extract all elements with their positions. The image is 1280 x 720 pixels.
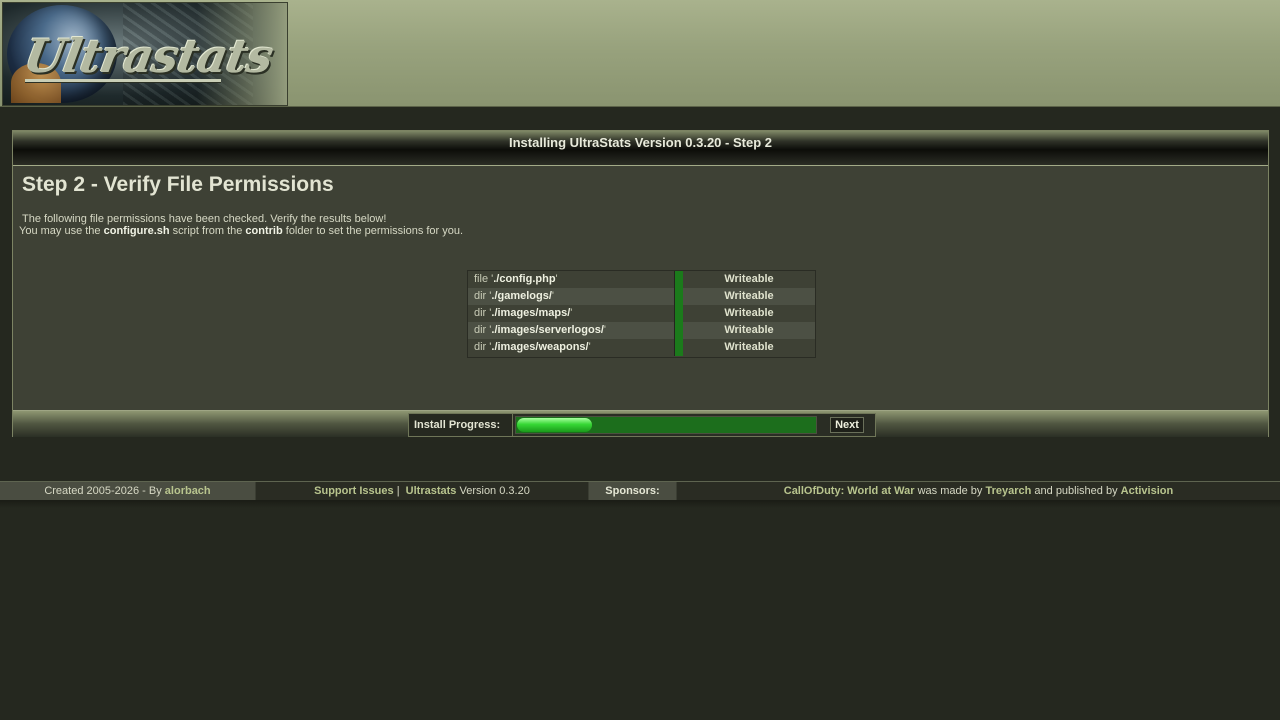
- status-indicator: [675, 305, 683, 322]
- perm-path: dir './images/serverlogos/': [474, 324, 606, 336]
- info-line-2: You may use the configure.sh script from…: [19, 225, 463, 237]
- logo-underline: [25, 79, 221, 82]
- script-name: configure.sh: [103, 225, 170, 237]
- header: Ultrastats: [0, 0, 1280, 107]
- footer-game: CallOfDuty: World at War was made by Tre…: [677, 482, 1280, 500]
- app-link[interactable]: Ultrastats: [406, 485, 457, 497]
- perm-status: Writeable: [724, 324, 774, 336]
- perm-status: Writeable: [724, 307, 774, 319]
- perm-kind: dir: [474, 341, 487, 353]
- perm-kind: dir: [474, 307, 487, 319]
- permissions-table: file './config.php' Writeable dir './gam…: [467, 270, 816, 358]
- perm-path-value: ./images/maps/: [491, 307, 571, 319]
- install-title: Installing UltraStats Version 0.3.20 - S…: [509, 135, 772, 150]
- footer-created: Created 2005-2026 - By alorbach: [0, 482, 255, 500]
- developer-link[interactable]: Treyarch: [985, 485, 1031, 497]
- publisher-link[interactable]: Activision: [1121, 485, 1174, 497]
- progress-label: Install Progress:: [409, 414, 513, 436]
- folder-name: contrib: [245, 225, 283, 237]
- next-button[interactable]: Next: [830, 417, 864, 433]
- page: Ultrastats Installing UltraStats Version…: [0, 0, 1280, 720]
- step-title: Step 2 - Verify File Permissions: [22, 173, 334, 196]
- perm-path: dir './images/weapons/': [474, 341, 591, 353]
- perm-path-value: ./images/weapons/: [491, 341, 589, 353]
- sponsors-label: Sponsors:: [589, 482, 676, 500]
- logo-text: Ultrastats: [20, 29, 277, 83]
- progress-bar: [515, 416, 817, 434]
- table-row: dir './images/maps/' Writeable: [468, 305, 815, 322]
- perm-path: dir './images/maps/': [474, 307, 573, 319]
- game-link[interactable]: CallOfDuty: World at War: [784, 485, 915, 497]
- info-mid: script from the: [169, 225, 246, 237]
- info-prefix: You may use the: [19, 225, 104, 237]
- app-version: Version 0.3.20: [459, 485, 530, 497]
- perm-kind: dir: [474, 324, 487, 336]
- footer-support: Support Issues | Ultrastats Version 0.3.…: [256, 482, 588, 500]
- table-row: dir './images/weapons/' Writeable: [468, 339, 815, 356]
- table-row: dir './gamelogs/' Writeable: [468, 288, 815, 305]
- status-indicator: [675, 288, 683, 305]
- perm-path-value: ./images/serverlogos/: [491, 324, 604, 336]
- perm-status: Writeable: [724, 290, 774, 302]
- perm-path-value: ./gamelogs/: [491, 290, 552, 302]
- author-link[interactable]: alorbach: [165, 485, 211, 497]
- install-panel: Installing UltraStats Version 0.3.20 - S…: [12, 130, 1269, 437]
- perm-kind: dir: [474, 290, 487, 302]
- perm-path: dir './gamelogs/': [474, 290, 555, 302]
- status-indicator: [675, 271, 683, 288]
- status-indicator: [675, 339, 683, 356]
- created-text: Created 2005-2026 - By: [44, 485, 165, 497]
- footer: Created 2005-2026 - By alorbach Support …: [0, 481, 1280, 501]
- info-suffix: folder to set the permissions for you.: [282, 225, 464, 237]
- info-line-1: The following file permissions have been…: [22, 213, 387, 225]
- table-row: file './config.php' Writeable: [468, 271, 815, 288]
- perm-kind: file: [474, 273, 489, 285]
- status-indicator: [675, 322, 683, 339]
- support-link[interactable]: Support Issues: [314, 485, 393, 497]
- progress-fill: [517, 418, 592, 432]
- footer-shadow: [0, 500, 1280, 508]
- perm-status: Writeable: [724, 273, 774, 285]
- perm-path: file './config.php': [474, 273, 558, 285]
- perm-status: Writeable: [724, 341, 774, 353]
- separator: |: [396, 485, 400, 497]
- made-by-text: was made by: [917, 485, 983, 497]
- ultrastats-logo[interactable]: Ultrastats: [2, 2, 288, 106]
- table-row: dir './images/serverlogos/' Writeable: [468, 322, 815, 339]
- published-text: and published by: [1034, 485, 1118, 497]
- progress-box: Install Progress: Next: [408, 413, 876, 437]
- progress-row: Install Progress: Next: [13, 410, 1268, 437]
- perm-path-value: ./config.php: [493, 273, 556, 285]
- install-title-bar: Installing UltraStats Version 0.3.20 - S…: [13, 131, 1268, 166]
